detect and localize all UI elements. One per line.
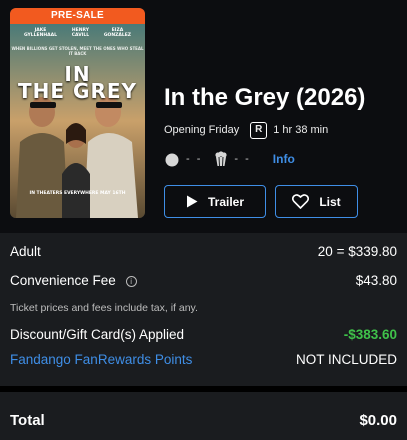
poster-cast: JAKE GYLLENHAAL HENRY CAVILL EIZA GONZÁL… — [23, 28, 132, 38]
convenience-fee-label: Convenience Fee — [10, 273, 116, 288]
info-link[interactable]: Info — [273, 152, 295, 166]
score-row: - - - - Info — [164, 149, 295, 169]
info-circle-icon[interactable]: i — [125, 275, 137, 287]
adult-ticket-row: Adult 20 = $339.80 — [10, 244, 397, 259]
tax-note: Ticket prices and fees include tax, if a… — [10, 302, 198, 314]
movie-title: In the Grey (2026) — [164, 84, 366, 111]
runtime-text: 1 hr 38 min — [273, 124, 329, 136]
poster-tagline: WHEN BILLIONS GET STOLEN, MEET THE ONES … — [11, 46, 144, 56]
tomatometer-score: - - — [186, 153, 203, 165]
presale-badge: PRE-SALE — [10, 8, 145, 24]
rewards-row: Fandango FanRewards Points NOT INCLUDED — [10, 352, 397, 367]
movie-meta: Opening Friday R 1 hr 38 min — [164, 120, 328, 140]
poster-title: IN THE GREY — [18, 62, 137, 103]
divider — [0, 386, 407, 392]
discount-row: Discount/Gift Card(s) Applied -$383.60 — [10, 327, 397, 342]
popcorn-icon — [215, 151, 227, 167]
rewards-status: NOT INCLUDED — [295, 352, 397, 367]
convenience-fee-value: $43.80 — [355, 273, 397, 288]
opening-text: Opening Friday — [164, 124, 240, 136]
adult-label: Adult — [10, 244, 41, 259]
heart-icon — [292, 194, 310, 209]
add-to-list-button[interactable]: List — [275, 185, 358, 218]
audience-score: - - — [234, 153, 251, 165]
poster-release-date: IN THEATERS EVERYWHERE MAY 16TH — [29, 191, 126, 196]
convenience-fee-row: Convenience Fee i $43.80 — [10, 273, 397, 288]
trailer-button-label: Trailer — [207, 194, 245, 209]
convenience-fee-label-group: Convenience Fee i — [10, 273, 137, 288]
rating-badge: R — [250, 121, 268, 139]
movie-poster[interactable]: PRE-SALE JAKE GYLLENHAAL HENRY CAVILL EI… — [10, 8, 145, 218]
play-icon — [186, 195, 198, 208]
list-button-label: List — [319, 194, 341, 209]
discount-value: -$383.60 — [343, 327, 397, 342]
fanrewards-link[interactable]: Fandango FanRewards Points — [10, 352, 192, 367]
tomato-icon — [165, 153, 179, 167]
movie-header: PRE-SALE JAKE GYLLENHAAL HENRY CAVILL EI… — [0, 0, 407, 233]
discount-label: Discount/Gift Card(s) Applied — [10, 327, 185, 342]
adult-value: 20 = $339.80 — [317, 244, 397, 259]
total-value: $0.00 — [359, 412, 397, 429]
total-row: Total $0.00 — [10, 412, 397, 429]
total-label: Total — [10, 412, 45, 429]
trailer-button[interactable]: Trailer — [164, 185, 266, 218]
